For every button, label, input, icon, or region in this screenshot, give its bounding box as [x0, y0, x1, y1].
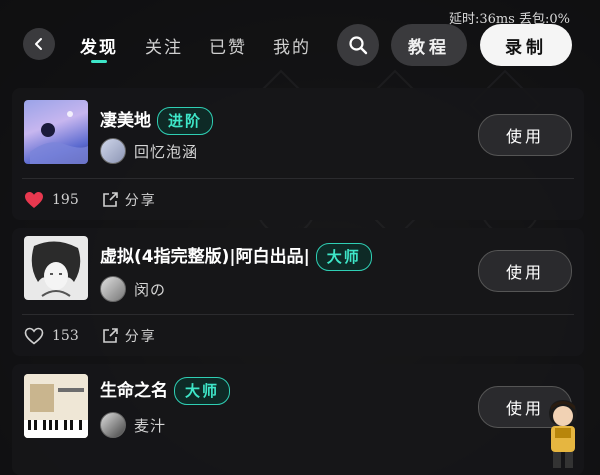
author-row[interactable]: 闵の [100, 276, 166, 302]
author-row[interactable]: 回忆泡涵 [100, 138, 198, 164]
use-button[interactable]: 使用 [478, 250, 572, 292]
author-name: 麦汁 [134, 416, 167, 435]
tab-mine[interactable]: 我的 [273, 33, 311, 58]
cover-image [24, 100, 88, 164]
share-icon[interactable] [101, 327, 119, 345]
author-row[interactable]: 麦汁 [100, 412, 166, 438]
cover-image [24, 374, 88, 438]
chart-card[interactable]: 凄美地 进阶 回忆泡涵 使用 195 分享 [12, 88, 584, 220]
difficulty-badge: 大师 [174, 377, 231, 405]
avatar [100, 412, 126, 438]
tab-following[interactable]: 关注 [145, 33, 183, 58]
share-icon[interactable] [101, 191, 119, 209]
chart-card[interactable]: 虚拟(4指完整版)|阿白出品| 大师 闵の 使用 153 分享 [12, 228, 584, 356]
author-name: 回忆泡涵 [134, 142, 199, 161]
like-count: 153 [52, 328, 79, 344]
divider [22, 178, 574, 179]
share-label[interactable]: 分享 [125, 326, 157, 346]
tab-discover[interactable]: 发现 [80, 33, 118, 58]
chart-title: 虚拟(4指完整版)|阿白出品| 大师 [100, 242, 372, 271]
engagement-row: 195 分享 [24, 190, 157, 210]
character-sprite [541, 398, 587, 470]
avatar [100, 276, 126, 302]
author-name: 闵の [134, 280, 167, 299]
chart-title-text: 凄美地 [100, 111, 151, 131]
search-icon [349, 36, 368, 55]
chart-title-text: 虚拟(4指完整版)|阿白出品| [100, 247, 310, 267]
tab-liked[interactable]: 已赞 [209, 33, 247, 58]
difficulty-badge: 大师 [315, 243, 372, 271]
chart-title: 凄美地 进阶 [100, 106, 214, 135]
record-button[interactable]: 录制 [480, 24, 572, 66]
heart-outline-icon[interactable] [24, 327, 44, 345]
search-button[interactable] [337, 24, 379, 66]
back-button[interactable] [23, 28, 55, 60]
active-tab-indicator [91, 60, 107, 63]
tutorial-button[interactable]: 教程 [391, 24, 467, 66]
engagement-row: 153 分享 [24, 326, 157, 346]
chevron-left-icon [35, 38, 42, 50]
avatar [100, 138, 126, 164]
heart-icon[interactable] [24, 191, 44, 209]
chart-card[interactable]: 生命之名 大师 麦汁 使用 [12, 364, 584, 475]
share-label[interactable]: 分享 [125, 190, 157, 210]
use-button[interactable]: 使用 [478, 114, 572, 156]
divider [22, 314, 574, 315]
chart-title-text: 生命之名 [100, 381, 168, 401]
cover-image [24, 236, 88, 300]
difficulty-badge: 进阶 [157, 107, 214, 135]
like-count: 195 [52, 192, 79, 208]
chart-title: 生命之名 大师 [100, 376, 231, 405]
